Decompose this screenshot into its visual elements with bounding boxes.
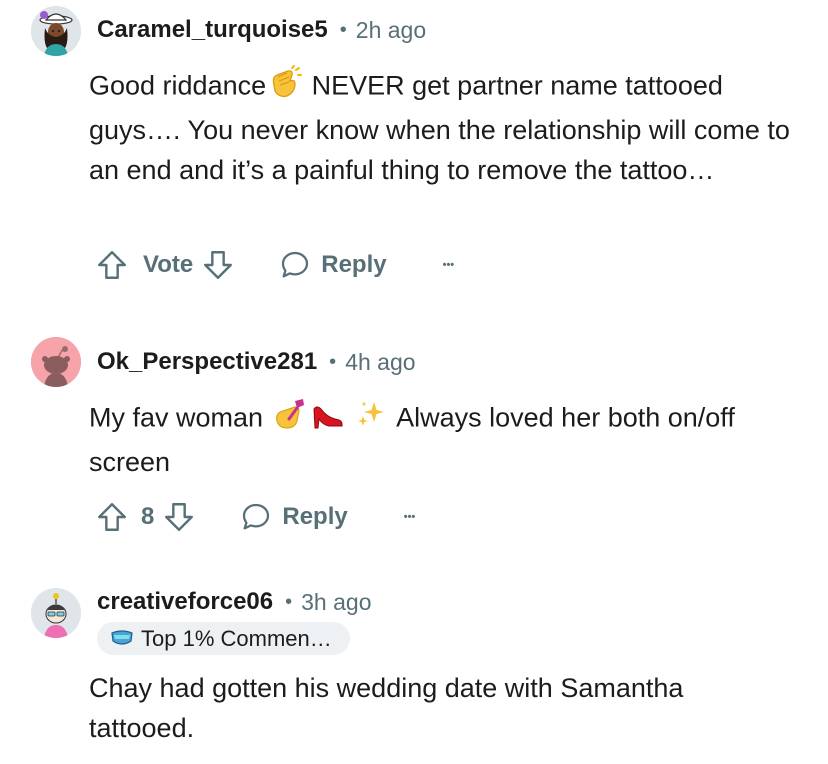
username[interactable]: Caramel_turquoise5 (97, 16, 328, 44)
comment-body: Good riddance NEVER get partner name tat… (89, 65, 809, 190)
comment-actions: 8 Reply ••• (95, 497, 415, 537)
speech-bubble-icon (282, 251, 309, 278)
comment-meta: Caramel_turquoise5 • 2h ago (97, 14, 426, 46)
upvote-arrow-icon (98, 503, 126, 531)
ellipsis-icon: ••• (403, 511, 416, 523)
reply-label: Reply (321, 251, 387, 278)
downvote-arrow-icon (204, 251, 233, 279)
avatar[interactable] (31, 6, 81, 56)
upvote-button[interactable] (95, 500, 129, 534)
ellipsis-icon: ••• (442, 259, 455, 271)
upvote-button[interactable] (95, 248, 129, 282)
timestamp[interactable]: 2h ago (356, 17, 426, 44)
comment-actions: Vote Reply ••• (95, 245, 454, 285)
timestamp[interactable]: 4h ago (345, 349, 415, 376)
speech-bubble-icon (243, 503, 270, 530)
snoo-avatar-icon (31, 337, 81, 387)
vote-count: Vote (143, 251, 194, 278)
username[interactable]: Ok_Perspective281 (97, 348, 317, 376)
more-options-button[interactable]: ••• (404, 511, 416, 523)
reply-label: Reply (282, 503, 348, 530)
sparkles-icon (356, 398, 388, 441)
comment-meta: creativeforce06 • 3h ago (97, 586, 372, 618)
nail-polish-icon (273, 397, 307, 442)
comment-text-end: Always loved her both on/off screen (89, 402, 735, 477)
downvote-button[interactable] (162, 500, 196, 534)
avatar[interactable] (31, 337, 81, 387)
comment-text-start: Good riddance (89, 70, 267, 101)
user-avatar-icon (31, 588, 81, 638)
username[interactable]: creativeforce06 (97, 588, 273, 616)
more-options-button[interactable]: ••• (443, 259, 455, 271)
downvote-button[interactable] (201, 248, 235, 282)
user-avatar-icon (31, 6, 81, 56)
clapping-hands-icon (268, 65, 303, 110)
separator-dot: • (329, 350, 337, 373)
timestamp[interactable]: 3h ago (301, 589, 371, 616)
badge-label: Top 1% Commen… (141, 625, 332, 651)
separator-dot: • (285, 590, 293, 613)
reply-button[interactable]: Reply (279, 249, 387, 281)
upvote-arrow-icon (98, 251, 126, 279)
separator-dot: • (339, 18, 347, 41)
comment-text-start: My fav woman (89, 402, 264, 433)
comment-meta: Ok_Perspective281 • 4h ago (97, 346, 416, 378)
downvote-arrow-icon (165, 503, 194, 531)
reply-button[interactable]: Reply (240, 501, 348, 533)
avatar[interactable] (31, 588, 81, 638)
sunglasses-icon (111, 629, 133, 645)
comment: Caramel_turquoise5 • 2h ago Good riddanc… (0, 0, 828, 300)
vote-count: 8 (141, 503, 155, 530)
high-heel-icon (311, 397, 345, 442)
top-commenter-badge[interactable]: Top 1% Commen… (97, 622, 350, 655)
comment-body: My fav woman Always loved her both on/of… (89, 397, 809, 482)
comment-body: Chay had gotten his wedding date with Sa… (89, 673, 684, 743)
